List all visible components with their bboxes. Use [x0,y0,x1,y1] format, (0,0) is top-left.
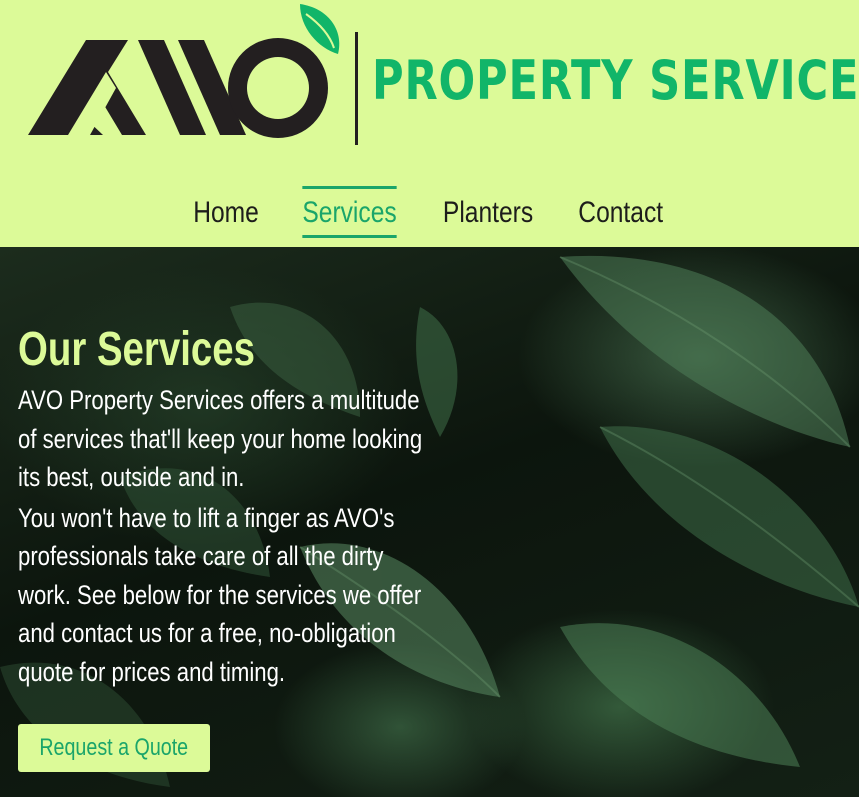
intro-paragraph: AVO Property Services offers a multitude… [18,385,423,492]
brand-name: PROPERTY SERVICES [372,49,859,112]
main-nav: Home Services Planters Contact [0,186,859,238]
nav-services[interactable]: Services [302,186,397,238]
details-paragraph: You won't have to lift a finger as AVO's… [18,502,422,687]
nav-contact[interactable]: Contact [579,186,664,229]
hero-section: Our Services AVO Property Services offer… [0,247,859,797]
logo-divider [355,32,358,145]
request-quote-label: Request a Quote [39,734,189,761]
request-quote-button[interactable]: Request a Quote [18,724,210,772]
nav-home[interactable]: Home [193,186,259,229]
avo-logo-mark [28,4,340,138]
site-header: PROPERTY SERVICES Home Services Planters… [0,0,859,247]
page-title: Our Services [18,323,255,377]
hero-description: AVO Property Services offers a multitude… [18,381,428,693]
nav-planters[interactable]: Planters [443,186,533,229]
